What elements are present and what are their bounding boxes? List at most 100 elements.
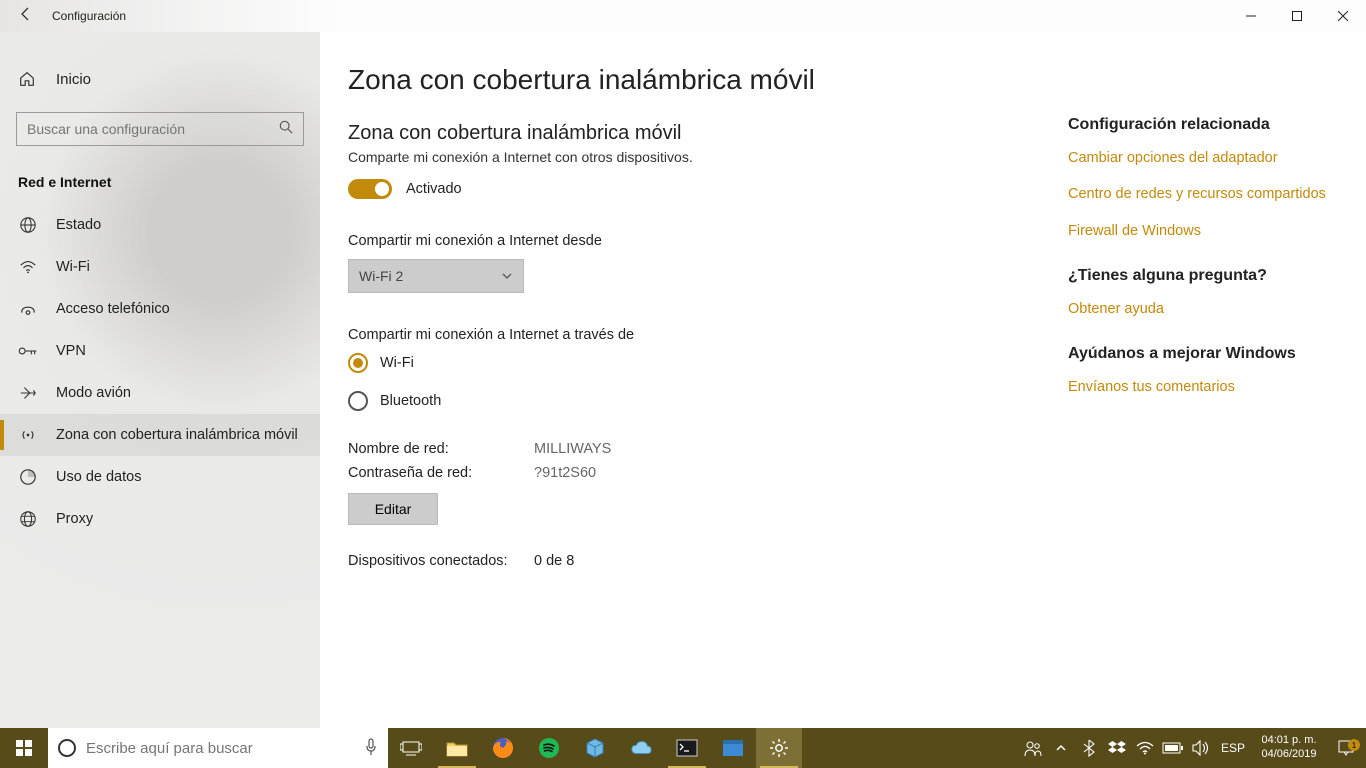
wifi-icon bbox=[18, 258, 38, 276]
taskbar-pinned bbox=[388, 728, 802, 768]
sidebar-nav: Estado Wi-Fi Acceso telefónico VPN Modo … bbox=[0, 204, 320, 540]
tray-time: 04:01 p. m. bbox=[1261, 734, 1316, 748]
sidebar-item-hotspot[interactable]: Zona con cobertura inalámbrica móvil bbox=[0, 414, 320, 456]
cortana-icon bbox=[58, 739, 76, 757]
chevron-down-icon bbox=[501, 270, 513, 282]
proxy-icon bbox=[18, 510, 38, 528]
hotspot-toggle[interactable] bbox=[348, 179, 392, 199]
cortana-input[interactable] bbox=[86, 740, 378, 757]
tray-dropbox[interactable] bbox=[1104, 728, 1130, 768]
tray-bluetooth[interactable] bbox=[1076, 728, 1102, 768]
tray-clock[interactable]: 04:01 p. m. 04/06/2019 bbox=[1252, 734, 1326, 762]
link-send-feedback[interactable]: Envíanos tus comentarios bbox=[1068, 377, 1338, 397]
content-area: Zona con cobertura inalámbrica móvil Zon… bbox=[320, 32, 1366, 728]
sidebar-item-estado[interactable]: Estado bbox=[0, 204, 320, 246]
close-button[interactable] bbox=[1320, 0, 1366, 32]
home-button[interactable]: Inicio bbox=[0, 60, 320, 98]
taskbar: ESP 04:01 p. m. 04/06/2019 1 bbox=[0, 728, 1366, 768]
taskbar-app-blue[interactable] bbox=[710, 728, 756, 768]
taskbar-terminal[interactable] bbox=[664, 728, 710, 768]
back-button[interactable] bbox=[18, 6, 34, 27]
minimize-button[interactable] bbox=[1228, 0, 1274, 32]
link-windows-firewall[interactable]: Firewall de Windows bbox=[1068, 221, 1338, 241]
share-from-value: Wi-Fi 2 bbox=[359, 268, 403, 284]
sidebar-item-label: Proxy bbox=[56, 511, 93, 527]
radio-label: Wi-Fi bbox=[380, 355, 414, 371]
taskbar-explorer[interactable] bbox=[434, 728, 480, 768]
radio-wifi[interactable]: Wi-Fi bbox=[348, 353, 1068, 373]
battery-icon bbox=[1162, 742, 1184, 754]
close-icon bbox=[1338, 11, 1348, 21]
sidebar-item-label: Acceso telefónico bbox=[56, 301, 170, 317]
arrow-left-icon bbox=[18, 6, 34, 22]
share-from-label: Compartir mi conexión a Internet desde bbox=[348, 233, 1068, 249]
cloud-icon bbox=[630, 737, 652, 759]
home-icon bbox=[18, 70, 36, 88]
taskbar-settings[interactable] bbox=[756, 728, 802, 768]
hotspot-icon bbox=[18, 426, 38, 444]
sidebar: Inicio Red e Internet Estado Wi-Fi Acces… bbox=[0, 32, 320, 728]
share-over-label: Compartir mi conexión a Internet a travé… bbox=[348, 327, 1068, 343]
sidebar-item-label: Modo avión bbox=[56, 385, 131, 401]
sidebar-item-vpn[interactable]: VPN bbox=[0, 330, 320, 372]
taskbar-spotify[interactable] bbox=[526, 728, 572, 768]
link-network-center[interactable]: Centro de redes y recursos compartidos bbox=[1068, 184, 1338, 204]
tray-show-hidden[interactable] bbox=[1048, 728, 1074, 768]
sidebar-item-dialup[interactable]: Acceso telefónico bbox=[0, 288, 320, 330]
connected-devices-value: 0 de 8 bbox=[534, 553, 574, 569]
wifi-icon bbox=[1136, 741, 1154, 755]
app-icon bbox=[722, 737, 744, 759]
titlebar: Configuración bbox=[0, 0, 1366, 32]
tray-people[interactable] bbox=[1020, 728, 1046, 768]
tray-wifi[interactable] bbox=[1132, 728, 1158, 768]
people-icon bbox=[1023, 738, 1043, 758]
link-get-help[interactable]: Obtener ayuda bbox=[1068, 299, 1338, 319]
sidebar-item-proxy[interactable]: Proxy bbox=[0, 498, 320, 540]
radio-indicator bbox=[348, 353, 368, 373]
network-name-label: Nombre de red: bbox=[348, 441, 534, 457]
home-label: Inicio bbox=[56, 71, 91, 88]
start-button[interactable] bbox=[0, 728, 48, 768]
system-tray: ESP 04:01 p. m. 04/06/2019 1 bbox=[1020, 728, 1366, 768]
tray-language[interactable]: ESP bbox=[1216, 728, 1250, 768]
link-adapter-options[interactable]: Cambiar opciones del adaptador bbox=[1068, 148, 1338, 168]
maximize-icon bbox=[1292, 11, 1302, 21]
section-subtitle: Comparte mi conexión a Internet con otro… bbox=[348, 149, 1068, 165]
taskview-button[interactable] bbox=[388, 728, 434, 768]
terminal-icon bbox=[676, 737, 698, 759]
section-heading: Zona con cobertura inalámbrica móvil bbox=[348, 122, 1068, 145]
taskbar-app-cloud[interactable] bbox=[618, 728, 664, 768]
windows-icon bbox=[16, 740, 32, 756]
taskview-icon bbox=[400, 737, 422, 759]
sidebar-item-label: Wi-Fi bbox=[56, 259, 90, 275]
search-box[interactable] bbox=[16, 112, 304, 146]
main-panel: Zona con cobertura inalámbrica móvil Zon… bbox=[348, 64, 1068, 728]
feedback-heading: Ayúdanos a mejorar Windows bbox=[1068, 345, 1338, 363]
mic-icon[interactable] bbox=[364, 738, 378, 759]
spotify-icon bbox=[538, 737, 560, 759]
search-input[interactable] bbox=[27, 121, 279, 137]
sidebar-item-data-usage[interactable]: Uso de datos bbox=[0, 456, 320, 498]
taskbar-app-cube[interactable] bbox=[572, 728, 618, 768]
sidebar-item-label: VPN bbox=[56, 343, 86, 359]
sidebar-item-airplane[interactable]: Modo avión bbox=[0, 372, 320, 414]
tray-notifications[interactable]: 1 bbox=[1328, 739, 1364, 757]
tray-battery[interactable] bbox=[1160, 728, 1186, 768]
radio-bluetooth[interactable]: Bluetooth bbox=[348, 391, 1068, 411]
sidebar-item-label: Estado bbox=[56, 217, 101, 233]
firefox-icon bbox=[492, 737, 514, 759]
dialup-icon bbox=[18, 300, 38, 318]
maximize-button[interactable] bbox=[1274, 0, 1320, 32]
share-from-dropdown[interactable]: Wi-Fi 2 bbox=[348, 259, 524, 293]
vpn-icon bbox=[18, 342, 38, 360]
chevron-up-icon bbox=[1055, 742, 1067, 754]
globe-icon bbox=[18, 216, 38, 234]
tray-volume[interactable] bbox=[1188, 728, 1214, 768]
sidebar-section-title: Red e Internet bbox=[0, 164, 320, 204]
aside-panel: Configuración relacionada Cambiar opcion… bbox=[1068, 64, 1338, 728]
cortana-search[interactable] bbox=[48, 728, 388, 768]
edit-button[interactable]: Editar bbox=[348, 493, 438, 525]
search-icon bbox=[279, 120, 293, 139]
taskbar-firefox[interactable] bbox=[480, 728, 526, 768]
sidebar-item-wifi[interactable]: Wi-Fi bbox=[0, 246, 320, 288]
